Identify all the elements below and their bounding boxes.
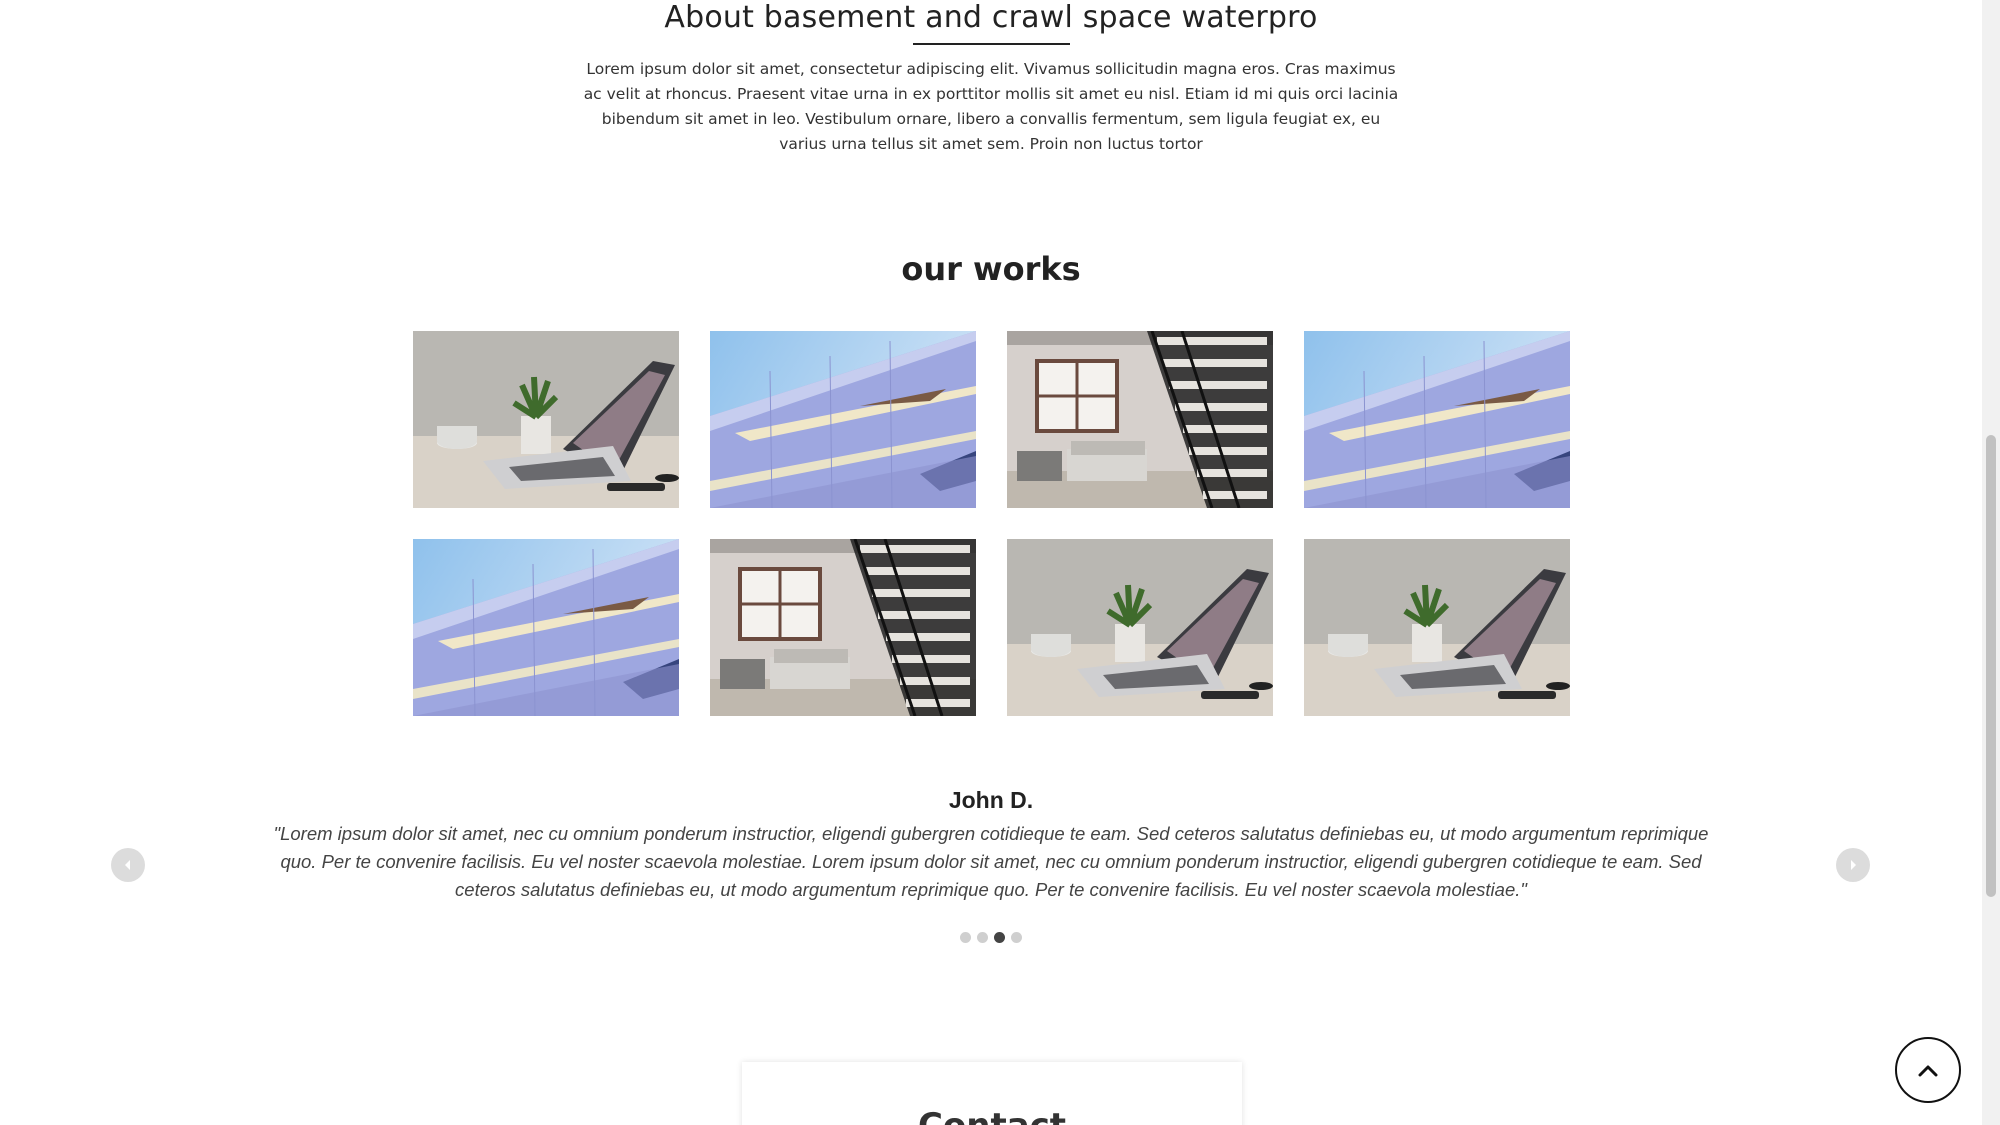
page-scrollbar[interactable] bbox=[1982, 0, 2000, 1125]
loft-staircase-photo bbox=[1007, 331, 1273, 508]
loft-staircase-photo bbox=[710, 539, 976, 716]
testimonial-prev-button[interactable] bbox=[111, 848, 145, 882]
building-facade-photo bbox=[1304, 331, 1570, 508]
gallery-image-7[interactable] bbox=[1007, 539, 1273, 716]
gallery-image-3[interactable] bbox=[1007, 331, 1273, 508]
contact-title: Contact bbox=[742, 1106, 1242, 1125]
laptop-desk-photo bbox=[1304, 539, 1570, 716]
carousel-dot-2[interactable] bbox=[977, 932, 988, 943]
gallery-image-1[interactable] bbox=[413, 331, 679, 508]
page: About basement and crawl space waterpro … bbox=[0, 0, 1982, 1125]
carousel-dot-4[interactable] bbox=[1011, 932, 1022, 943]
chevron-right-icon bbox=[1851, 860, 1856, 870]
works-title: our works bbox=[901, 250, 1081, 288]
gallery-image-6[interactable] bbox=[710, 539, 976, 716]
carousel-dot-1[interactable] bbox=[960, 932, 971, 943]
testimonial-quote: "Lorem ipsum dolor sit amet, nec cu omni… bbox=[273, 823, 1709, 900]
building-facade-photo bbox=[710, 331, 976, 508]
back-to-top-button[interactable] bbox=[1895, 1037, 1961, 1103]
title-underline bbox=[913, 43, 1070, 45]
testimonial-next-button[interactable] bbox=[1836, 848, 1870, 882]
contact-card: Contact bbox=[742, 1062, 1242, 1125]
gallery-image-4[interactable] bbox=[1304, 331, 1570, 508]
gallery-image-2[interactable] bbox=[710, 331, 976, 508]
laptop-desk-photo bbox=[413, 331, 679, 508]
chevron-up-icon bbox=[1918, 1065, 1938, 1077]
laptop-desk-photo bbox=[1007, 539, 1273, 716]
testimonial-author: John D. bbox=[948, 787, 1034, 813]
carousel-dot-3[interactable] bbox=[994, 932, 1005, 943]
building-facade-photo bbox=[413, 539, 679, 716]
gallery-image-8[interactable] bbox=[1304, 539, 1570, 716]
carousel-dots bbox=[960, 932, 1022, 944]
about-title: About basement and crawl space waterpro bbox=[664, 0, 1318, 35]
about-text: Lorem ipsum dolor sit amet, consectetur … bbox=[583, 60, 1399, 153]
scrollbar-thumb[interactable] bbox=[1986, 435, 1996, 897]
chevron-left-icon bbox=[125, 860, 130, 870]
gallery-image-5[interactable] bbox=[413, 539, 679, 716]
